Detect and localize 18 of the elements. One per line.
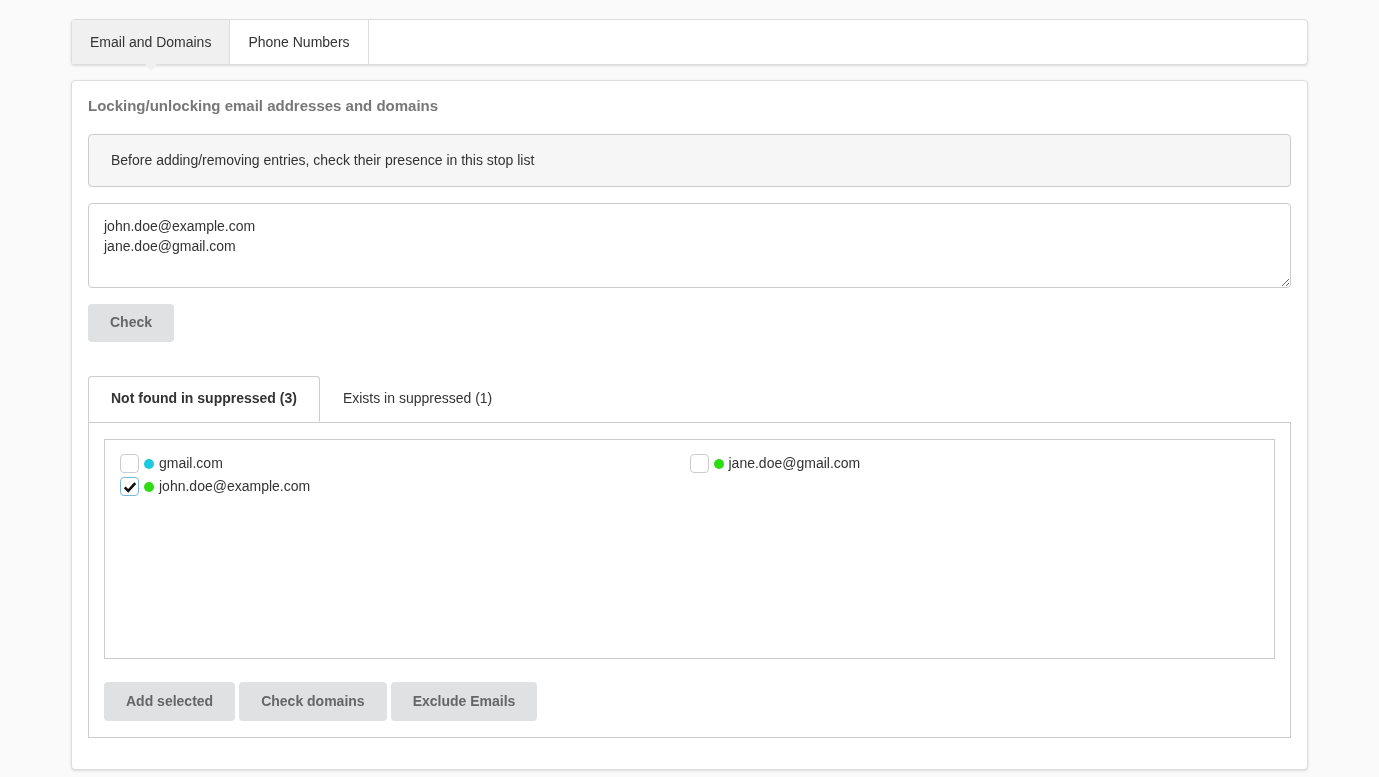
item-label: john.doe@example.com: [159, 477, 311, 496]
check-button[interactable]: Check: [88, 303, 175, 342]
tab[interactable]: Not found in suppressed (3): [88, 375, 320, 422]
tab[interactable]: Email and Domains: [72, 20, 231, 64]
action-button[interactable]: Exclude Emails: [390, 681, 538, 721]
tab[interactable]: Exists in suppressed (1): [319, 375, 516, 422]
notice-box: Before adding/removing entries, check their presence in this stop list: [88, 133, 1291, 187]
tab[interactable]: Phone Numbers: [230, 20, 369, 64]
panel-title: Locking/unlocking email addresses and domains: [88, 96, 440, 116]
checkbox[interactable]: [120, 477, 139, 496]
action-button[interactable]: Check domains: [239, 681, 387, 721]
input-field[interactable]: john.doe@example.com jane.doe@gmail.com: [88, 202, 1291, 288]
item-label: jane.doe@gmail.com: [728, 454, 861, 473]
action-button[interactable]: Add selected: [104, 681, 236, 721]
tab-pointer-icon: [145, 64, 158, 71]
checkbox[interactable]: [120, 454, 139, 473]
item-label: gmail.com: [159, 454, 223, 473]
checkbox[interactable]: [689, 454, 709, 473]
